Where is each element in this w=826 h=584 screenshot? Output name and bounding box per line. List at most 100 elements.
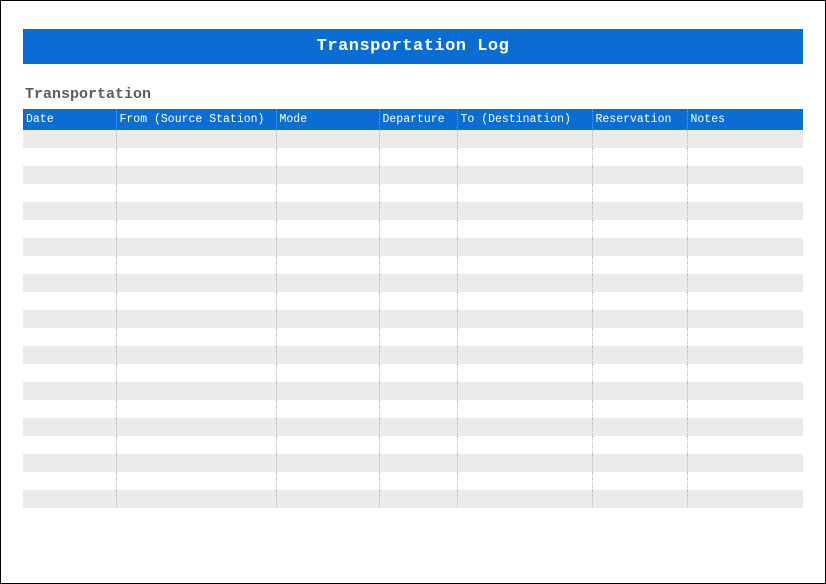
cell-reservation[interactable] — [592, 364, 687, 382]
cell-date[interactable] — [23, 130, 116, 148]
table-row[interactable] — [23, 346, 803, 364]
cell-mode[interactable] — [276, 274, 379, 292]
table-row[interactable] — [23, 238, 803, 256]
cell-to[interactable] — [457, 490, 592, 508]
cell-from[interactable] — [116, 472, 276, 490]
table-row[interactable] — [23, 148, 803, 166]
cell-from[interactable] — [116, 454, 276, 472]
cell-reservation[interactable] — [592, 454, 687, 472]
cell-from[interactable] — [116, 310, 276, 328]
cell-to[interactable] — [457, 346, 592, 364]
cell-mode[interactable] — [276, 418, 379, 436]
cell-departure[interactable] — [379, 184, 457, 202]
cell-notes[interactable] — [687, 184, 803, 202]
cell-mode[interactable] — [276, 148, 379, 166]
cell-from[interactable] — [116, 418, 276, 436]
cell-departure[interactable] — [379, 130, 457, 148]
cell-notes[interactable] — [687, 166, 803, 184]
cell-reservation[interactable] — [592, 256, 687, 274]
cell-date[interactable] — [23, 202, 116, 220]
cell-notes[interactable] — [687, 148, 803, 166]
cell-departure[interactable] — [379, 346, 457, 364]
cell-from[interactable] — [116, 436, 276, 454]
cell-from[interactable] — [116, 220, 276, 238]
cell-date[interactable] — [23, 166, 116, 184]
cell-reservation[interactable] — [592, 328, 687, 346]
table-row[interactable] — [23, 436, 803, 454]
cell-date[interactable] — [23, 400, 116, 418]
cell-departure[interactable] — [379, 436, 457, 454]
cell-from[interactable] — [116, 346, 276, 364]
cell-to[interactable] — [457, 364, 592, 382]
cell-date[interactable] — [23, 310, 116, 328]
cell-to[interactable] — [457, 400, 592, 418]
table-row[interactable] — [23, 310, 803, 328]
cell-date[interactable] — [23, 274, 116, 292]
cell-mode[interactable] — [276, 130, 379, 148]
cell-date[interactable] — [23, 382, 116, 400]
cell-notes[interactable] — [687, 292, 803, 310]
cell-reservation[interactable] — [592, 238, 687, 256]
cell-from[interactable] — [116, 148, 276, 166]
table-row[interactable] — [23, 274, 803, 292]
cell-notes[interactable] — [687, 346, 803, 364]
cell-from[interactable] — [116, 490, 276, 508]
cell-reservation[interactable] — [592, 382, 687, 400]
cell-reservation[interactable] — [592, 220, 687, 238]
cell-from[interactable] — [116, 328, 276, 346]
cell-reservation[interactable] — [592, 202, 687, 220]
table-row[interactable] — [23, 472, 803, 490]
cell-departure[interactable] — [379, 382, 457, 400]
cell-mode[interactable] — [276, 400, 379, 418]
cell-reservation[interactable] — [592, 310, 687, 328]
table-row[interactable] — [23, 490, 803, 508]
cell-departure[interactable] — [379, 490, 457, 508]
cell-reservation[interactable] — [592, 148, 687, 166]
cell-mode[interactable] — [276, 328, 379, 346]
cell-date[interactable] — [23, 238, 116, 256]
cell-reservation[interactable] — [592, 184, 687, 202]
cell-date[interactable] — [23, 418, 116, 436]
cell-notes[interactable] — [687, 328, 803, 346]
cell-mode[interactable] — [276, 256, 379, 274]
cell-reservation[interactable] — [592, 436, 687, 454]
cell-notes[interactable] — [687, 256, 803, 274]
cell-to[interactable] — [457, 148, 592, 166]
cell-notes[interactable] — [687, 400, 803, 418]
cell-mode[interactable] — [276, 202, 379, 220]
cell-departure[interactable] — [379, 274, 457, 292]
cell-departure[interactable] — [379, 292, 457, 310]
cell-to[interactable] — [457, 220, 592, 238]
cell-departure[interactable] — [379, 418, 457, 436]
cell-from[interactable] — [116, 256, 276, 274]
cell-from[interactable] — [116, 274, 276, 292]
cell-from[interactable] — [116, 238, 276, 256]
cell-date[interactable] — [23, 148, 116, 166]
cell-from[interactable] — [116, 292, 276, 310]
cell-from[interactable] — [116, 184, 276, 202]
cell-notes[interactable] — [687, 202, 803, 220]
cell-to[interactable] — [457, 310, 592, 328]
cell-mode[interactable] — [276, 364, 379, 382]
cell-mode[interactable] — [276, 490, 379, 508]
cell-reservation[interactable] — [592, 292, 687, 310]
cell-to[interactable] — [457, 436, 592, 454]
table-row[interactable] — [23, 364, 803, 382]
cell-notes[interactable] — [687, 310, 803, 328]
cell-from[interactable] — [116, 364, 276, 382]
cell-reservation[interactable] — [592, 130, 687, 148]
cell-reservation[interactable] — [592, 274, 687, 292]
table-row[interactable] — [23, 418, 803, 436]
cell-from[interactable] — [116, 400, 276, 418]
cell-departure[interactable] — [379, 202, 457, 220]
cell-to[interactable] — [457, 274, 592, 292]
cell-date[interactable] — [23, 364, 116, 382]
cell-date[interactable] — [23, 346, 116, 364]
cell-date[interactable] — [23, 328, 116, 346]
cell-reservation[interactable] — [592, 166, 687, 184]
cell-reservation[interactable] — [592, 418, 687, 436]
cell-from[interactable] — [116, 202, 276, 220]
cell-notes[interactable] — [687, 274, 803, 292]
cell-to[interactable] — [457, 184, 592, 202]
cell-date[interactable] — [23, 454, 116, 472]
